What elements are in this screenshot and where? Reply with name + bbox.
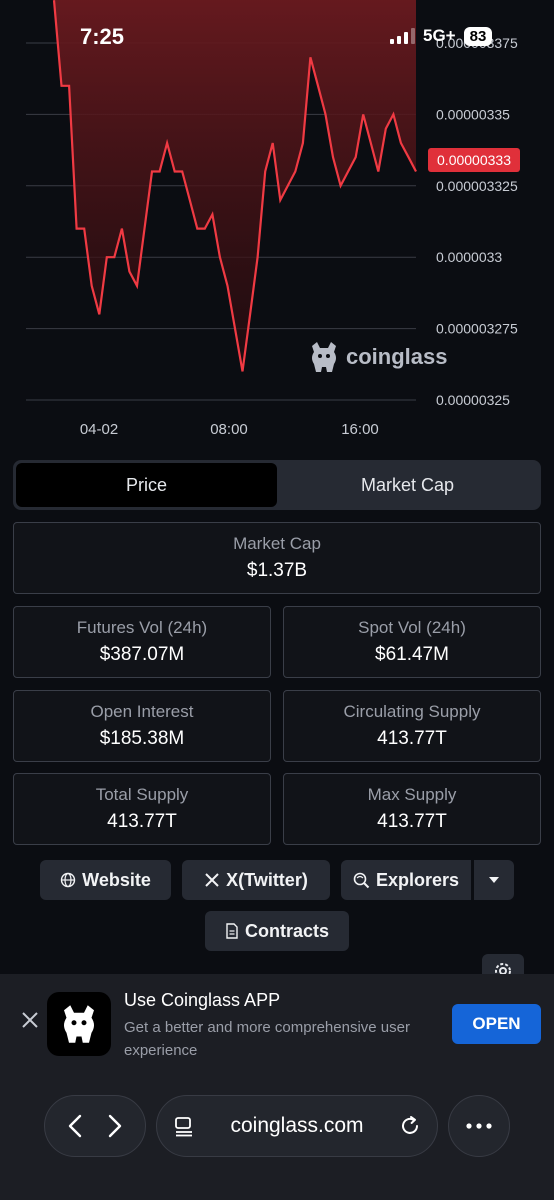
website-button[interactable]: Website	[40, 860, 171, 900]
more-dots-icon	[466, 1123, 492, 1129]
stat-value: $1.37B	[246, 560, 308, 581]
stat-label: Futures Vol (24h)	[76, 618, 208, 637]
max-supply-card: Max Supply 413.77T	[283, 773, 541, 845]
stat-value: 413.77T	[377, 728, 447, 749]
explorers-label: Explorers	[375, 869, 460, 890]
explorers-dropdown-button[interactable]	[474, 860, 514, 900]
y-axis-labels: 0.0000033750.000003350.0000033250.000003…	[436, 35, 518, 408]
tab-price[interactable]: Price	[16, 463, 277, 507]
watermark-text: coinglass	[346, 344, 448, 369]
stat-value: 413.77T	[377, 811, 447, 832]
chevron-left-icon	[68, 1114, 82, 1138]
circulating-supply-card: Circulating Supply 413.77T	[283, 690, 541, 762]
browser-nav-group	[44, 1095, 146, 1157]
network-type: 5G+	[423, 26, 456, 45]
address-bar[interactable]: coinglass.com	[156, 1095, 438, 1157]
tab-market-cap[interactable]: Market Cap	[277, 463, 538, 507]
stat-value: 413.77T	[107, 811, 177, 832]
coinglass-watermark: coinglass	[308, 340, 447, 374]
chevron-right-icon	[108, 1114, 122, 1138]
x-axis-labels: 04-02 08:00 16:00	[80, 421, 379, 438]
price-chart[interactable]: 0.0000033750.000003350.0000033250.000003…	[0, 0, 554, 450]
stat-value: $387.07M	[99, 644, 185, 665]
spot-vol-card: Spot Vol (24h) $61.47M	[283, 606, 541, 678]
status-indicators: 5G+ 83	[390, 26, 493, 46]
close-icon	[22, 1012, 38, 1028]
banner-title: Use Coinglass APP	[124, 990, 281, 1010]
stat-value: $185.38M	[99, 728, 185, 749]
explorers-button[interactable]: Explorers	[341, 860, 471, 900]
status-time: 7:25	[80, 24, 125, 49]
stat-value: $61.47M	[375, 644, 449, 665]
coinglass-logo-icon	[312, 342, 336, 372]
stat-label: Circulating Supply	[343, 702, 481, 721]
contracts-button[interactable]: Contracts	[205, 911, 349, 951]
search-globe-icon	[353, 872, 370, 888]
page-menu-icon	[175, 1117, 192, 1137]
stat-label: Open Interest	[90, 702, 194, 721]
x-tick-label: 16:00	[341, 421, 379, 438]
website-label: Website	[82, 869, 151, 890]
futures-vol-card: Futures Vol (24h) $387.07M	[13, 606, 271, 678]
x-tick-label: 04-02	[80, 421, 118, 438]
x-logo-icon	[205, 873, 219, 887]
globe-icon	[60, 872, 76, 888]
coinglass-logo-icon	[64, 1005, 94, 1043]
market-cap-card: Market Cap $1.37B	[13, 522, 541, 594]
document-icon	[226, 923, 238, 939]
y-tick-label: 0.000003275	[436, 321, 518, 337]
battery-level: 83	[463, 26, 493, 46]
y-tick-label: 0.0000033	[436, 249, 502, 265]
stat-label: Max Supply	[367, 785, 457, 804]
caret-down-icon	[489, 877, 499, 883]
y-tick-label: 0.00000325	[436, 392, 510, 408]
open-app-button[interactable]: OPEN	[452, 1004, 541, 1044]
chart-mode-tabs: Price Market Cap	[13, 460, 541, 510]
stat-label: Total Supply	[95, 785, 189, 804]
back-button[interactable]	[59, 1110, 91, 1142]
x-tick-label: 08:00	[210, 421, 248, 438]
contracts-label: Contracts	[244, 920, 329, 941]
twitter-button[interactable]: X(Twitter)	[182, 860, 330, 900]
settings-button[interactable]	[482, 954, 524, 976]
stat-label: Market Cap	[233, 534, 321, 553]
open-interest-card: Open Interest $185.38M	[13, 690, 271, 762]
banner-subtitle: Get a better and more comprehensive user…	[124, 1019, 410, 1059]
coinglass-app-icon	[47, 992, 111, 1056]
current-price-tag: 0.00000333	[428, 148, 520, 172]
signal-icon	[390, 28, 415, 44]
y-tick-label: 0.00000335	[436, 106, 510, 122]
url-text: coinglass.com	[230, 1114, 364, 1137]
reload-icon[interactable]	[399, 1115, 421, 1137]
stat-label: Spot Vol (24h)	[358, 618, 466, 637]
twitter-label: X(Twitter)	[226, 869, 308, 890]
close-banner-button[interactable]	[20, 1010, 40, 1030]
more-options-button[interactable]	[448, 1095, 510, 1157]
forward-button[interactable]	[99, 1110, 131, 1142]
y-tick-label: 0.000003325	[436, 178, 518, 194]
total-supply-card: Total Supply 413.77T	[13, 773, 271, 845]
